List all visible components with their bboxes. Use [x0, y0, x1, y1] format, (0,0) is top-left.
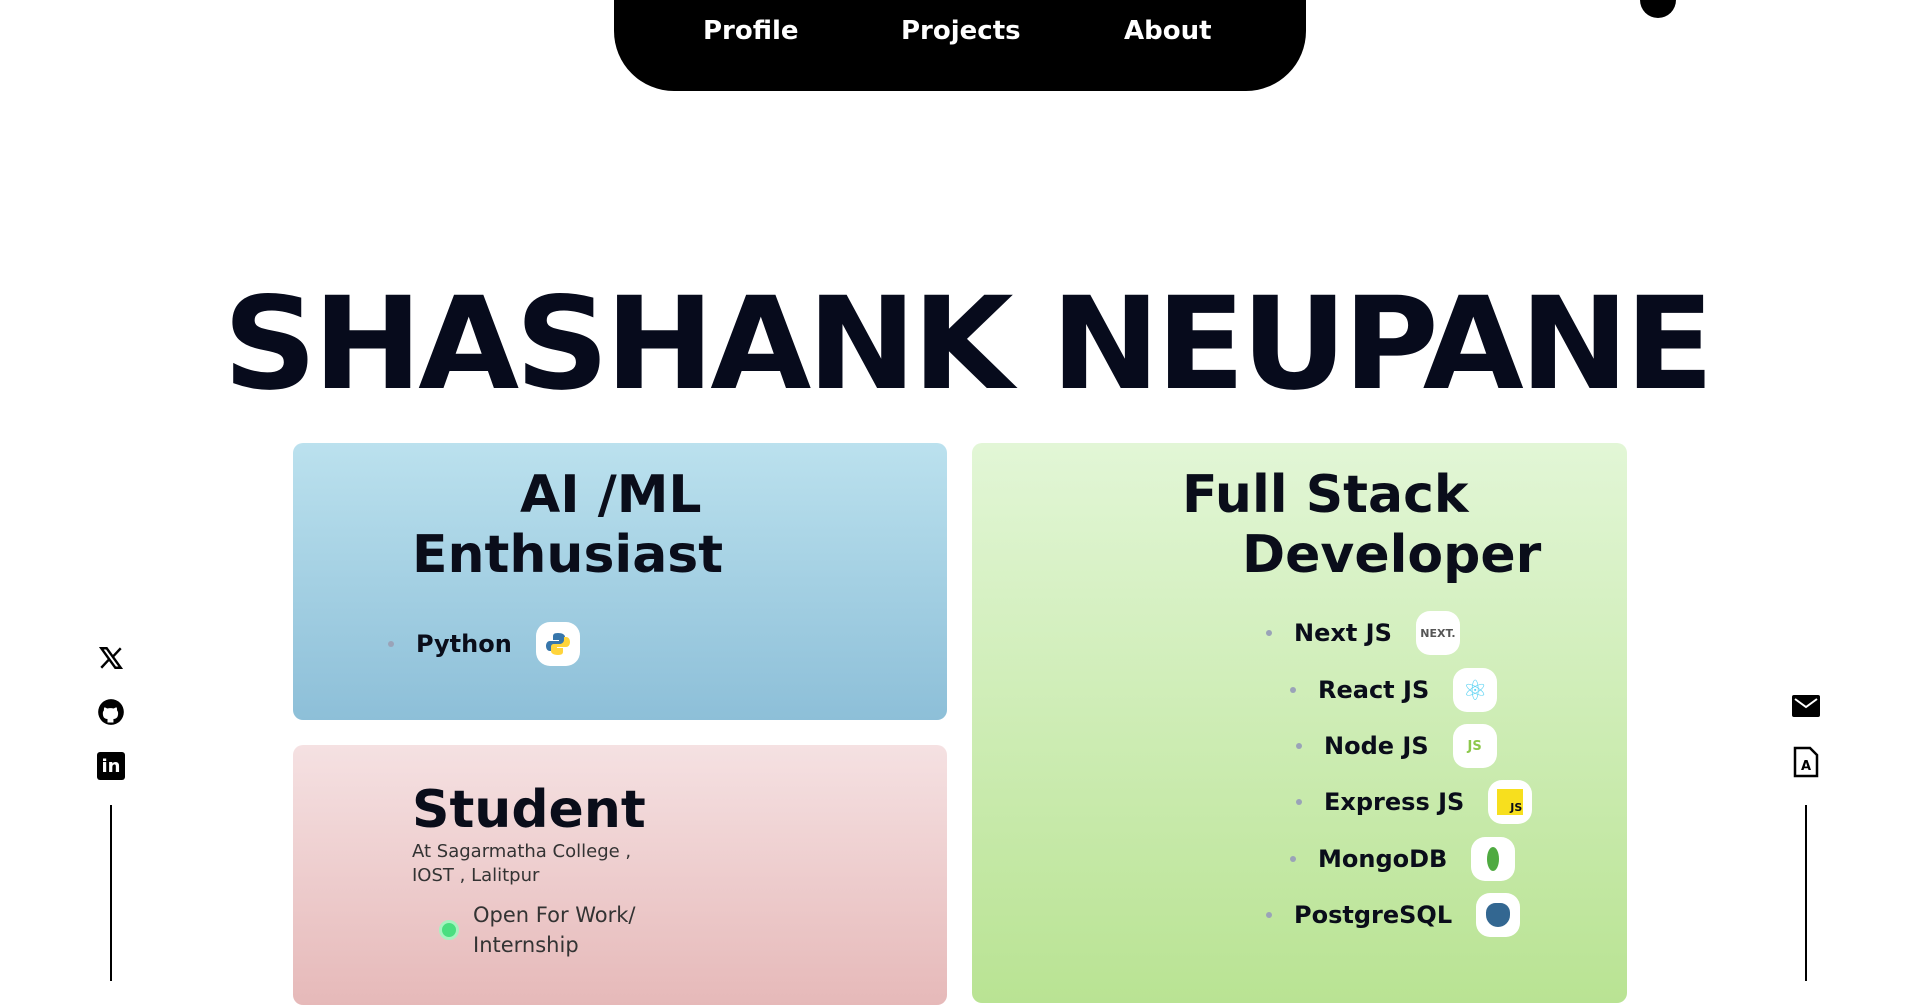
bullet: [1266, 912, 1272, 918]
ai-ml-card: AI /ML Enthusiast Python: [293, 443, 947, 720]
skill-reactjs: React JS ⚛: [1290, 668, 1498, 712]
bullet: [1266, 630, 1272, 636]
skill-label: Python: [416, 630, 512, 658]
skill-python: Python: [388, 622, 580, 666]
nodejs-icon: JS: [1452, 724, 1497, 768]
nav-projects[interactable]: Projects: [901, 16, 1021, 46]
skill-label: Next JS: [1294, 619, 1392, 647]
fullstack-title-2: Developer: [1242, 525, 1542, 585]
student-subtitle-1: At Sagarmatha College ,: [412, 841, 632, 862]
postgresql-elephant-icon: [1476, 893, 1521, 937]
skill-nodejs: Node JS JS: [1296, 724, 1497, 768]
nextjs-icon: NEXT.: [1415, 611, 1460, 655]
skill-expressjs: Express JS JS: [1296, 780, 1533, 824]
bullet: [1290, 687, 1296, 693]
skill-nextjs: Next JS NEXT.: [1266, 611, 1460, 655]
skill-label: Express JS: [1324, 788, 1465, 816]
svg-text:A: A: [1801, 759, 1811, 774]
javascript-icon: JS: [1497, 789, 1524, 815]
status-text-1: Open For Work/: [473, 903, 636, 927]
skill-postgresql: PostgreSQL: [1266, 893, 1521, 937]
linkedin-icon[interactable]: in: [97, 752, 125, 780]
left-divider-line: [110, 805, 112, 981]
student-title: Student: [412, 780, 646, 840]
fullstack-card: Full Stack Developer Next JS NEXT. React …: [972, 443, 1627, 1003]
javascript-icon-wrap: JS: [1488, 780, 1533, 824]
x-twitter-icon[interactable]: [97, 644, 125, 672]
ai-card-title-1: AI /ML: [520, 465, 702, 525]
student-subtitle-2: IOST , Lalitpur: [412, 865, 540, 886]
student-card: Student At Sagarmatha College , IOST , L…: [293, 745, 947, 1005]
nav-about[interactable]: About: [1124, 16, 1212, 46]
bullet: [1296, 799, 1302, 805]
skill-mongodb: MongoDB: [1290, 837, 1516, 881]
react-icon: ⚛: [1453, 668, 1498, 712]
skill-label: MongoDB: [1318, 845, 1448, 873]
resume-icon[interactable]: A: [1792, 746, 1820, 778]
status-dot: [439, 920, 459, 940]
bullet: [1290, 856, 1296, 862]
bullet: [1296, 743, 1302, 749]
status-text-2: Internship: [473, 933, 579, 957]
fullstack-title-1: Full Stack: [1182, 465, 1469, 525]
top-nav: Profile Projects About: [614, 0, 1306, 91]
github-icon[interactable]: [97, 698, 125, 726]
mongodb-leaf-icon: [1471, 837, 1516, 881]
bullet: [388, 641, 394, 647]
decorative-dot: [1640, 0, 1676, 18]
hero-name: SHASHANK NEUPANE: [223, 270, 1714, 419]
skill-label: PostgreSQL: [1294, 901, 1453, 929]
skill-label: Node JS: [1324, 732, 1429, 760]
skill-label: React JS: [1318, 676, 1430, 704]
ai-card-title-2: Enthusiast: [412, 525, 724, 585]
mail-icon[interactable]: [1792, 692, 1820, 720]
nav-profile[interactable]: Profile: [703, 16, 799, 46]
right-divider-line: [1805, 805, 1807, 981]
python-icon: [535, 622, 580, 666]
